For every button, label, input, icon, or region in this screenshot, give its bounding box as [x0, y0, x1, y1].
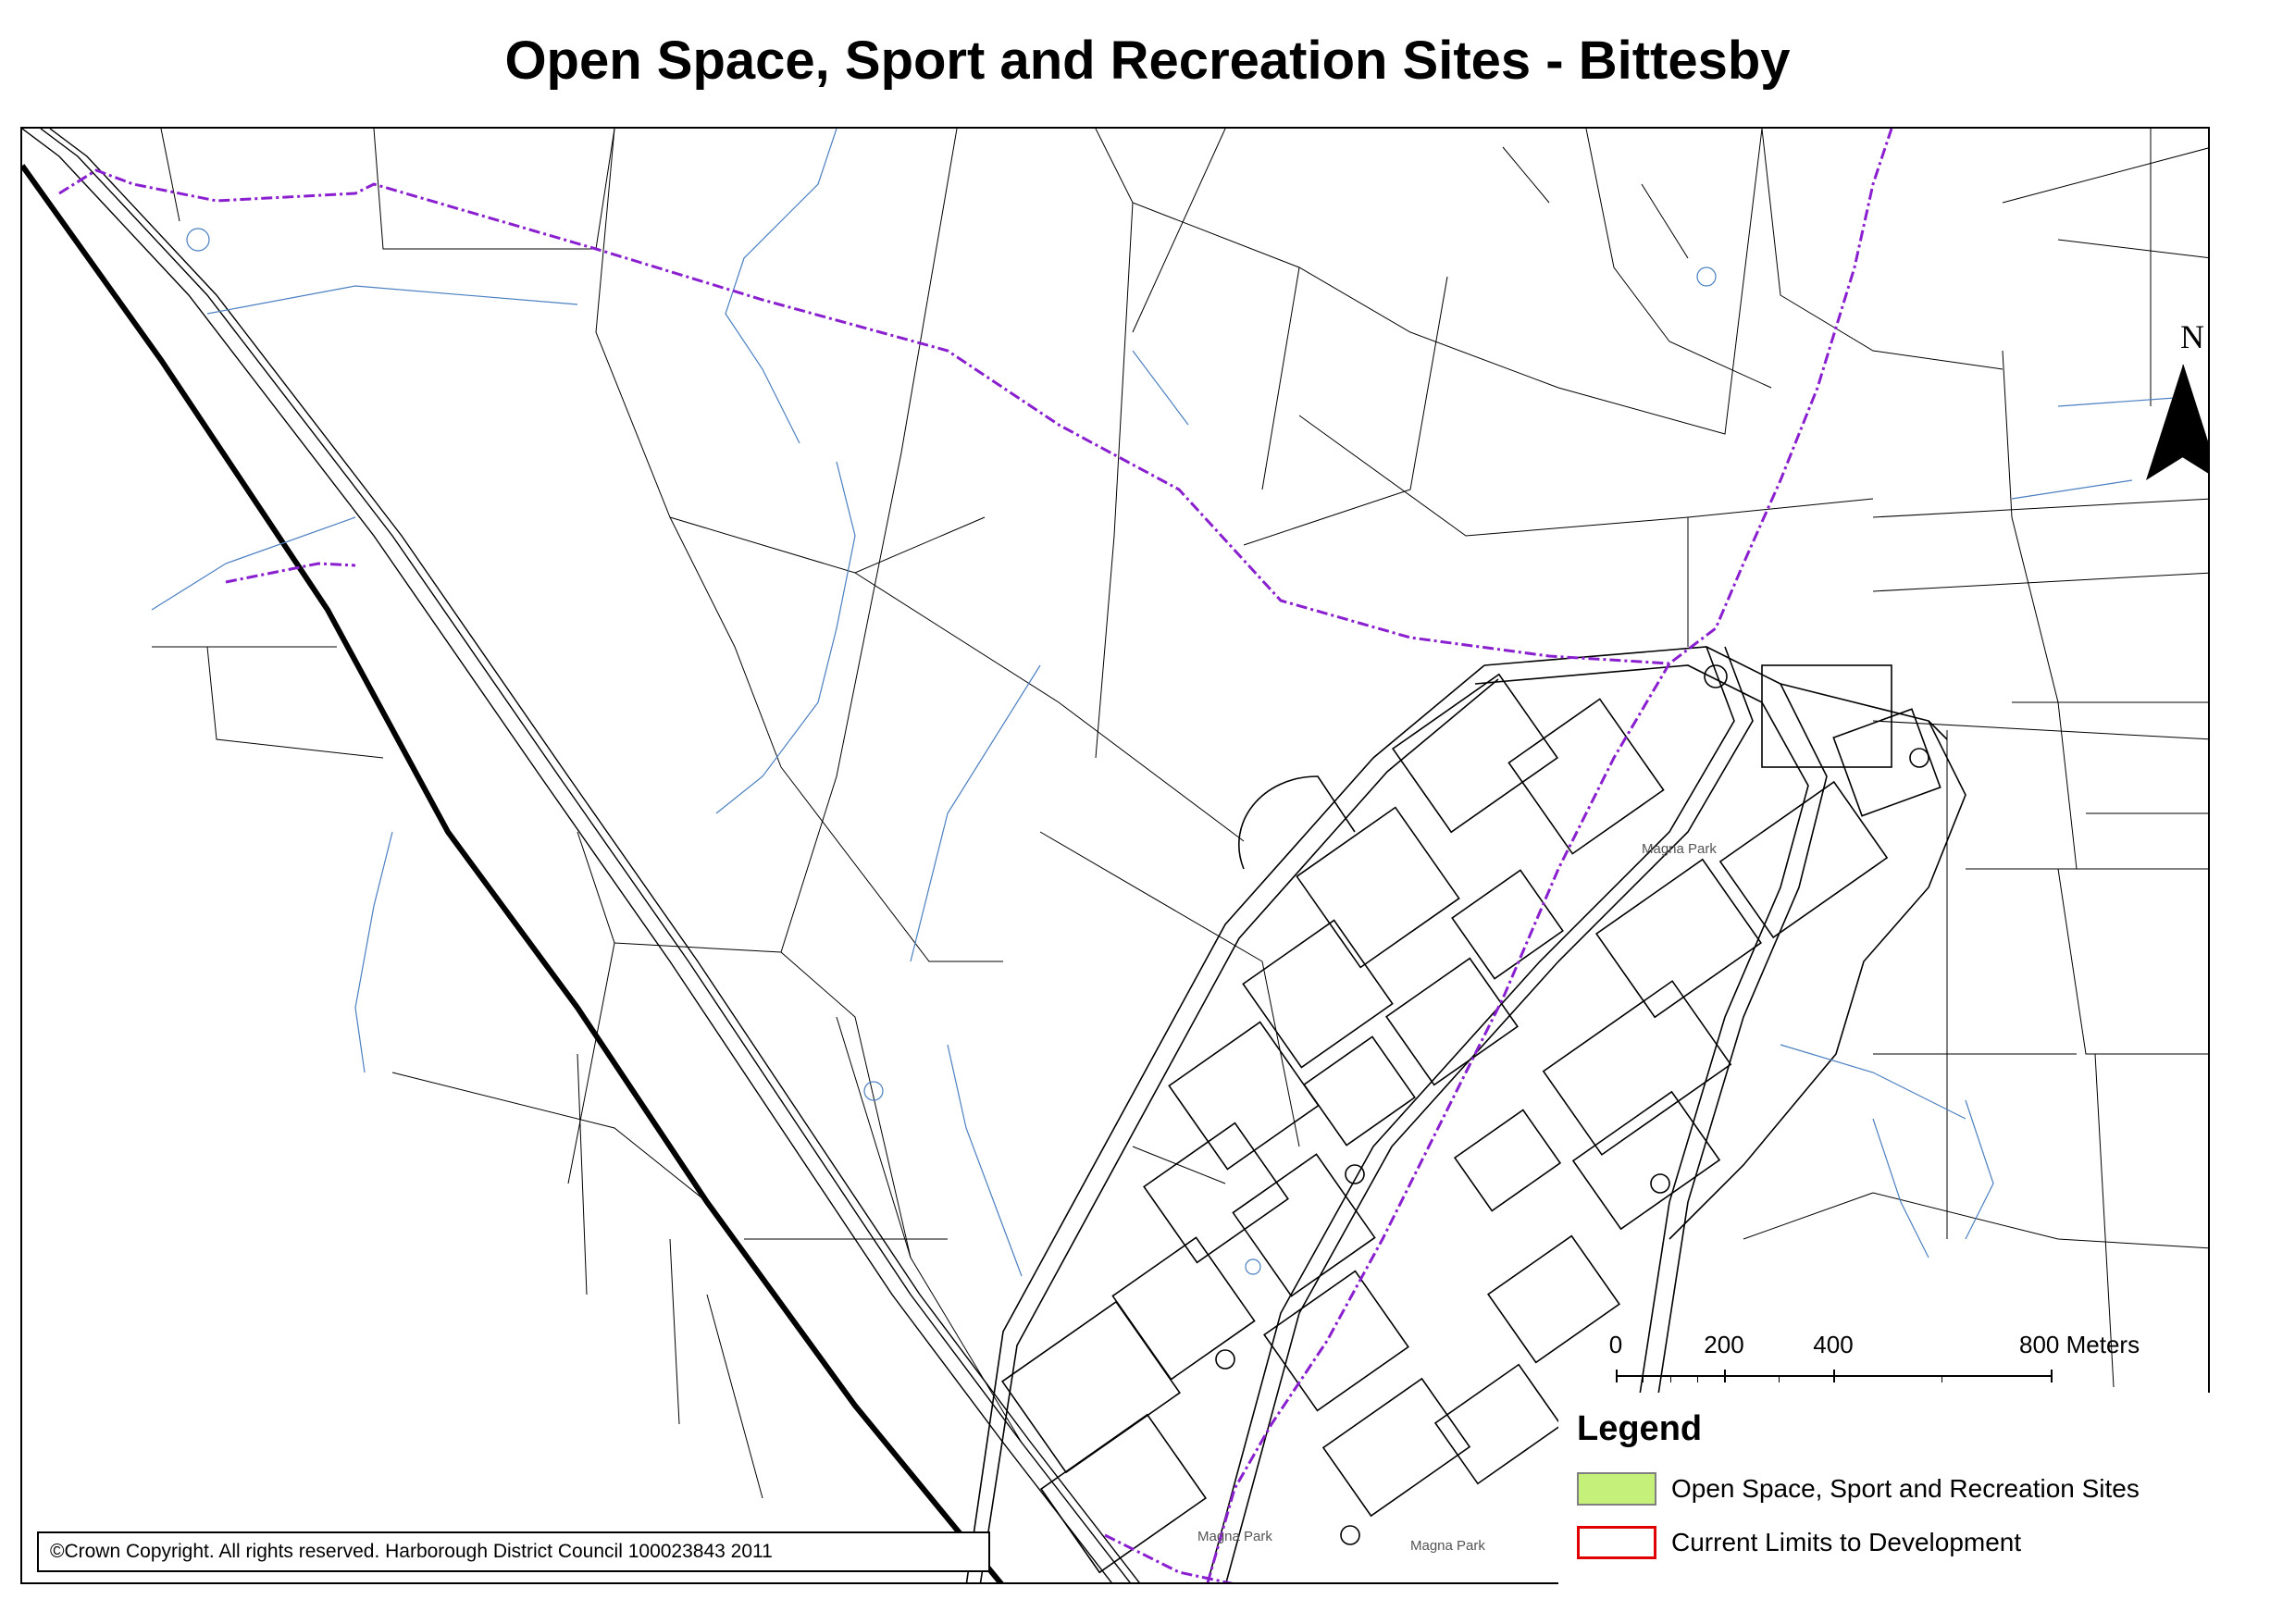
legend: Legend Open Space, Sport and Recreation … — [1558, 1393, 2210, 1584]
scale-tick-label-0: 0 — [1608, 1331, 1623, 1358]
north-arrow-icon: N — [2146, 318, 2208, 480]
legend-label-limits-to-development: Current Limits to Development — [1671, 1528, 2022, 1556]
scale-minor-tick — [1697, 1375, 1698, 1382]
legend-swatch-limits-to-development — [1577, 1526, 1656, 1559]
railway-line — [22, 164, 1004, 1582]
place-label-magna-park-3: Magna Park — [1410, 1538, 1485, 1554]
place-label-magna-park-2: Magna Park — [1197, 1529, 1272, 1544]
scale-tick-label-800: 800 Meters — [2019, 1331, 2140, 1359]
legend-swatch-open-space — [1577, 1472, 1656, 1506]
scale-tick-label-200: 200 — [1704, 1331, 1744, 1358]
scale-tick — [1833, 1370, 1835, 1382]
scale-minor-tick — [1643, 1375, 1644, 1382]
scale-minor-tick — [1941, 1375, 1942, 1382]
legend-item-open-space: Open Space, Sport and Recreation Sites — [1577, 1469, 2140, 1509]
scale-minor-tick — [1779, 1375, 1780, 1382]
legend-item-limits-to-development: Current Limits to Development — [1577, 1522, 2021, 1563]
scale-unit: Meters — [2066, 1331, 2140, 1358]
scale-minor-tick — [1670, 1375, 1671, 1382]
legend-title: Legend — [1577, 1409, 1703, 1448]
north-arrow: N — [2141, 318, 2208, 485]
north-label: N — [2180, 318, 2204, 355]
scale-bar: 0 200 400 800 Meters — [1603, 1331, 2140, 1395]
scale-tick — [1724, 1370, 1726, 1382]
place-label-magna-park-1: Magna Park — [1642, 841, 1717, 857]
legend-label-open-space: Open Space, Sport and Recreation Sites — [1671, 1474, 2140, 1503]
scale-max-value: 800 — [2019, 1331, 2060, 1358]
water-features — [151, 129, 2189, 1277]
map-title: Open Space, Sport and Recreation Sites -… — [504, 31, 1791, 91]
copyright-notice: ©Crown Copyright. All rights reserved. H… — [37, 1531, 990, 1572]
scale-tick — [1616, 1370, 1618, 1382]
field-boundaries — [152, 129, 2208, 1499]
scale-tick — [2051, 1370, 2053, 1382]
motorway-lines — [22, 129, 1140, 1582]
scale-tick-label-400: 400 — [1813, 1331, 1854, 1358]
